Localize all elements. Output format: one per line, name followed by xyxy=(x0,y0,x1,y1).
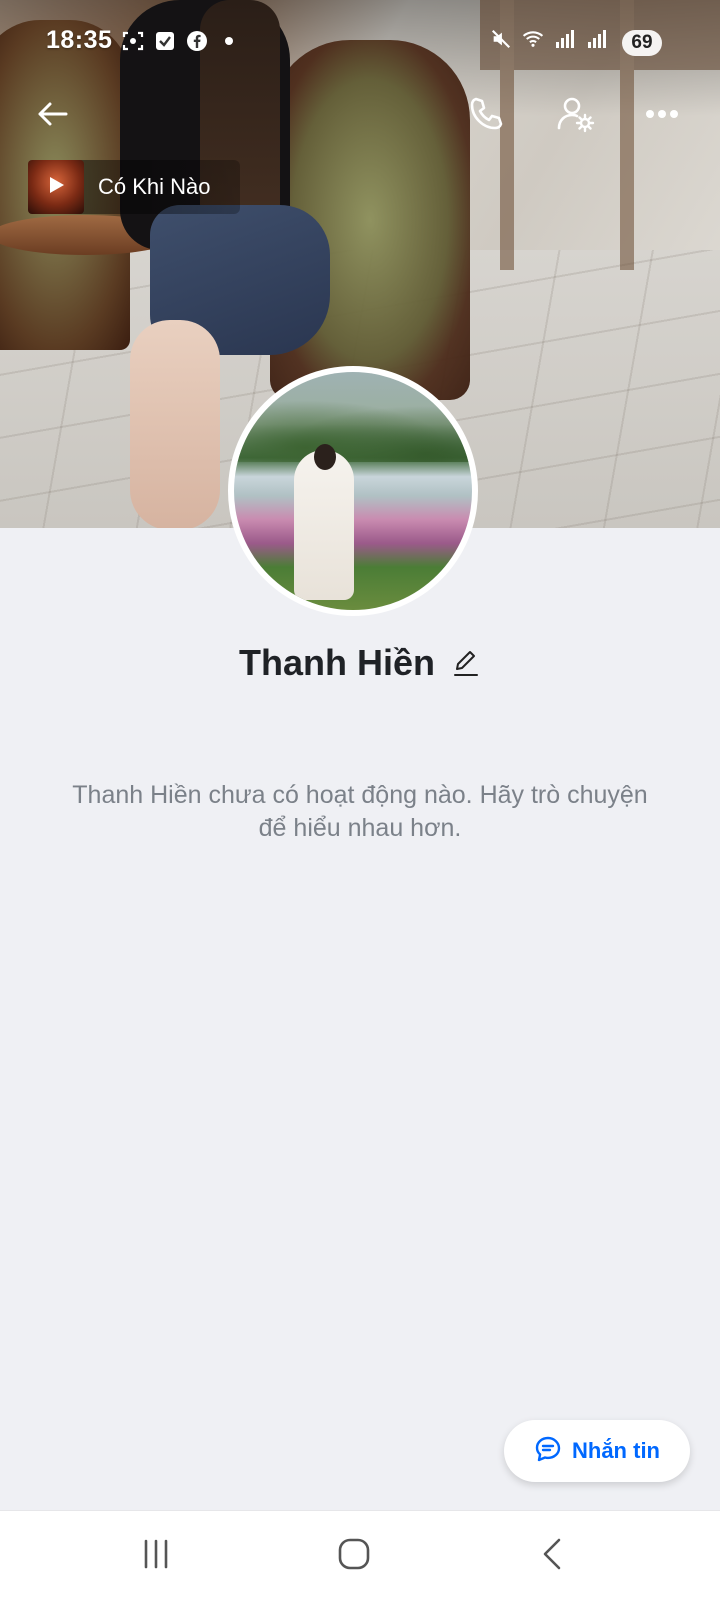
avatar-ring xyxy=(228,366,478,616)
cover-figure-leg xyxy=(130,320,220,528)
chat-bubble-icon xyxy=(534,1435,562,1468)
screenshot-icon xyxy=(122,30,144,52)
status-left-icons xyxy=(122,30,240,52)
avatar-figure-head xyxy=(314,444,336,470)
status-right-icons xyxy=(490,28,608,50)
user-settings-icon xyxy=(556,94,596,139)
profile-settings-button[interactable] xyxy=(548,88,604,144)
nav-back-icon xyxy=(539,1537,565,1576)
mute-icon xyxy=(490,28,512,50)
recent-apps-icon xyxy=(140,1539,172,1574)
message-button[interactable]: Nhắn tin xyxy=(504,1420,690,1482)
battery-indicator: 69 xyxy=(622,30,662,56)
play-icon[interactable] xyxy=(45,174,67,201)
music-title: Có Khi Nào xyxy=(98,174,211,199)
profile-screen: 18:35 69 Có Khi Nào Thanh Hiền Thanh Hiề… xyxy=(0,0,720,1600)
pencil-icon[interactable] xyxy=(451,648,481,678)
name-row: Thanh Hiền xyxy=(0,642,720,684)
phone-icon xyxy=(467,95,505,138)
nav-back-button[interactable] xyxy=(522,1531,582,1581)
system-nav-bar xyxy=(0,1510,720,1600)
message-button-label: Nhắn tin xyxy=(572,1438,660,1463)
tasks-icon xyxy=(154,30,176,52)
status-bar: 18:35 69 xyxy=(0,22,720,62)
signal-icon xyxy=(586,28,608,50)
back-arrow-icon xyxy=(34,96,70,137)
home-icon xyxy=(337,1537,371,1576)
album-art xyxy=(28,160,84,214)
recent-apps-button[interactable] xyxy=(126,1531,186,1581)
profile-music[interactable]: Có Khi Nào xyxy=(28,160,240,214)
status-time: 18:35 xyxy=(46,26,113,54)
avatar-trees xyxy=(234,392,472,462)
avatar-figure xyxy=(294,450,354,600)
empty-activity-message: Thanh Hiền chưa có hoạt động nào. Hãy tr… xyxy=(72,781,648,842)
more-dots-icon xyxy=(644,107,680,125)
facebook-icon xyxy=(186,30,208,52)
dot-icon xyxy=(218,30,240,52)
back-button[interactable] xyxy=(24,88,80,144)
profile-name: Thanh Hiền xyxy=(239,642,435,683)
home-button[interactable] xyxy=(324,1531,384,1581)
top-action-bar xyxy=(0,88,720,144)
signal-icon xyxy=(554,28,576,50)
call-button[interactable] xyxy=(458,88,514,144)
wifi-icon xyxy=(522,28,544,50)
more-button[interactable] xyxy=(634,88,690,144)
avatar[interactable] xyxy=(234,372,472,610)
